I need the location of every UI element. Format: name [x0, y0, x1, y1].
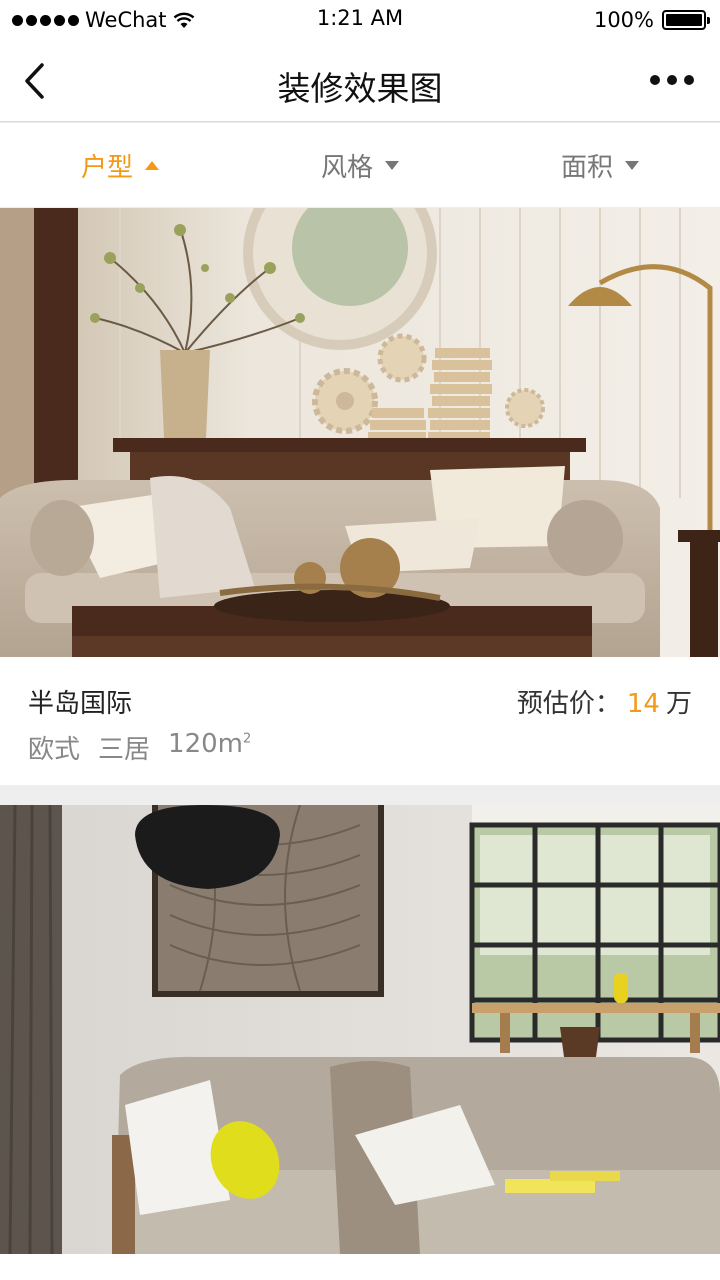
filter-tab-area[interactable]: 面积 — [480, 123, 720, 207]
caret-up-icon — [145, 160, 159, 170]
filter-bar: 户型 风格 面积 — [0, 123, 720, 207]
project-name: 半岛国际 — [28, 689, 133, 719]
price-unit: 万 — [665, 689, 692, 719]
design-card[interactable]: 半岛国际 欧式 三居 120m2 预估价： 14 万 — [0, 208, 720, 785]
filter-tab-style[interactable]: 风格 — [240, 123, 480, 207]
price-value: 14 — [626, 689, 660, 719]
battery-group: 100% — [593, 6, 710, 34]
area-tag: 120m2 — [168, 729, 251, 766]
battery-fill — [666, 14, 702, 26]
area-value: 120m — [168, 729, 243, 759]
more-button[interactable] — [650, 70, 694, 90]
card-tags: 欧式 三居 120m2 — [28, 729, 251, 766]
design-card[interactable] — [0, 805, 720, 1280]
more-dots-icon — [650, 75, 660, 85]
battery-percent: 100% — [593, 8, 654, 32]
card-info: 半岛国际 欧式 三居 120m2 预估价： 14 万 — [0, 657, 720, 785]
living-room-photo — [0, 208, 720, 657]
caret-down-icon — [385, 160, 399, 170]
filter-tab-layout[interactable]: 户型 — [0, 123, 240, 207]
area-unit-superscript: 2 — [242, 731, 252, 747]
rooms-tag: 三居 — [98, 735, 151, 765]
filter-tab-label: 户型 — [80, 152, 133, 183]
caret-down-icon — [625, 160, 639, 170]
style-tag: 欧式 — [28, 735, 81, 765]
price-label: 预估价： — [516, 689, 621, 719]
filter-tab-label: 面积 — [560, 152, 613, 183]
battery-icon — [662, 10, 710, 30]
status-bar: WeChat 1:21 AM 100% — [0, 0, 720, 40]
living-room-photo — [0, 805, 720, 1254]
price-estimate: 预估价： 14 万 — [517, 683, 692, 720]
page-title: 装修效果图 — [277, 69, 443, 108]
nav-bar: 装修效果图 — [0, 40, 720, 122]
filter-tab-label: 风格 — [320, 152, 373, 183]
